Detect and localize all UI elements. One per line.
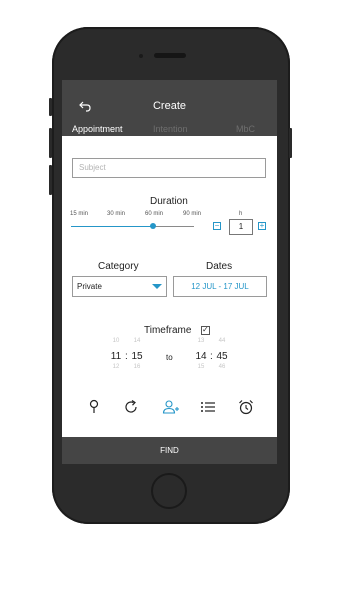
start-time-separator: : bbox=[125, 351, 128, 362]
duration-tick-60: 60 min bbox=[145, 211, 164, 217]
subject-input[interactable]: Subject bbox=[72, 158, 266, 178]
find-button[interactable]: FIND bbox=[62, 437, 277, 464]
category-label: Category bbox=[98, 261, 139, 272]
hours-unit-label: h bbox=[239, 211, 243, 217]
repeat-icon[interactable] bbox=[122, 398, 140, 416]
list-icon[interactable] bbox=[199, 398, 217, 416]
hours-increment-button[interactable]: + bbox=[258, 222, 266, 230]
tab-intention[interactable]: Intention bbox=[153, 124, 188, 134]
checkmark-icon: ✓ bbox=[202, 325, 209, 334]
hours-decrement-button[interactable]: − bbox=[213, 222, 221, 230]
start-minute[interactable]: 15 bbox=[130, 351, 144, 362]
dates-label: Dates bbox=[206, 261, 233, 272]
volume-down-button bbox=[49, 165, 52, 195]
end-minute[interactable]: 45 bbox=[215, 351, 229, 362]
home-button[interactable] bbox=[151, 473, 187, 509]
location-pin-icon[interactable] bbox=[85, 398, 103, 416]
start-hour[interactable]: 11 bbox=[109, 351, 123, 362]
volume-up-button bbox=[49, 128, 52, 158]
dates-field[interactable]: 12 JUL - 17 JUL bbox=[173, 276, 267, 297]
end-hour[interactable]: 14 bbox=[194, 351, 208, 362]
end-minute-next: 46 bbox=[218, 364, 226, 370]
tab-mbc[interactable]: MbC bbox=[236, 124, 255, 134]
add-person-icon[interactable] bbox=[162, 398, 180, 416]
end-time-separator: : bbox=[210, 351, 213, 362]
hours-stepper-value[interactable]: 1 bbox=[229, 219, 253, 235]
timeframe-label: Timeframe bbox=[144, 325, 192, 336]
header-bar: Create Appointment Intention MbC bbox=[62, 80, 277, 136]
end-minute-prev: 44 bbox=[218, 338, 226, 344]
start-hour-next: 12 bbox=[112, 364, 120, 370]
front-camera bbox=[139, 54, 143, 58]
tab-appointment[interactable]: Appointment bbox=[72, 124, 123, 134]
timeframe-checkbox[interactable]: ✓ bbox=[201, 325, 210, 335]
earpiece-speaker bbox=[154, 53, 186, 58]
category-selected-value: Private bbox=[77, 282, 102, 291]
duration-slider-fill bbox=[71, 226, 154, 227]
start-hour-prev: 10 bbox=[112, 338, 120, 344]
chevron-down-icon bbox=[152, 284, 162, 289]
mute-switch bbox=[49, 98, 52, 116]
start-minute-next: 16 bbox=[133, 364, 141, 370]
page-title: Create bbox=[152, 100, 187, 112]
end-hour-next: 15 bbox=[197, 364, 205, 370]
duration-tick-15: 15 min bbox=[70, 211, 89, 217]
category-select[interactable]: Private bbox=[72, 276, 167, 297]
end-hour-prev: 13 bbox=[197, 338, 205, 344]
duration-slider-thumb[interactable] bbox=[150, 223, 157, 229]
app-screen: Create Appointment Intention MbC Subject… bbox=[62, 80, 277, 464]
to-label: to bbox=[166, 353, 173, 362]
alarm-clock-icon[interactable] bbox=[237, 398, 255, 416]
start-minute-prev: 14 bbox=[133, 338, 141, 344]
power-button bbox=[289, 128, 292, 158]
duration-label: Duration bbox=[150, 196, 188, 207]
duration-tick-30: 30 min bbox=[107, 211, 126, 217]
duration-tick-90: 90 min bbox=[183, 211, 202, 217]
